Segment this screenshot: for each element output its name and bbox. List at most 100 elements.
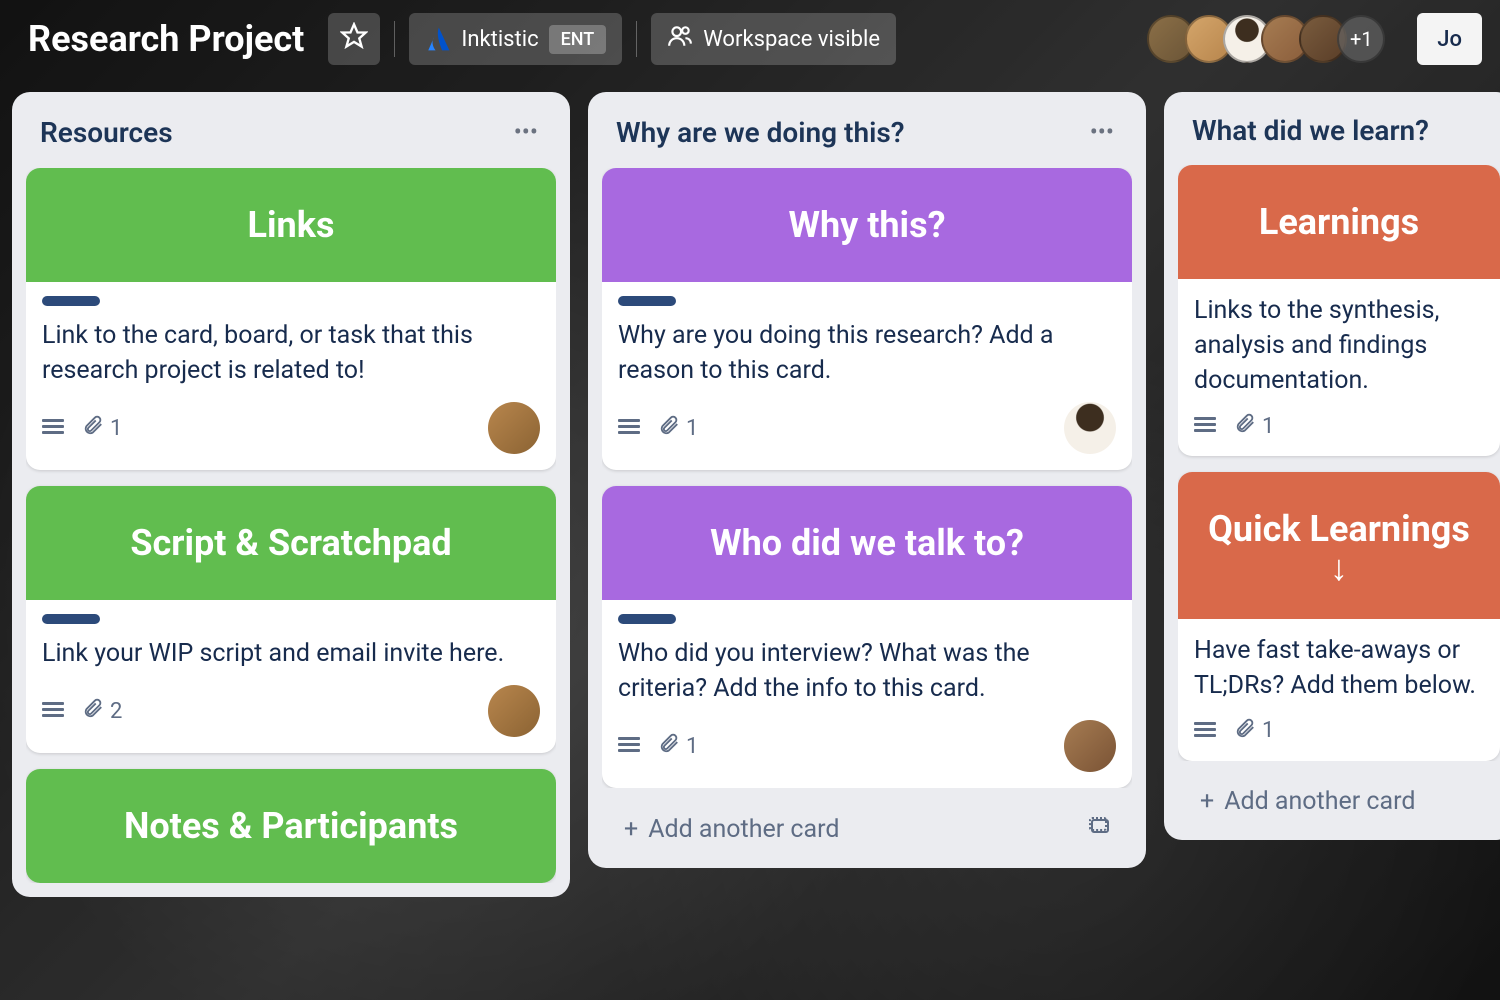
description-badge (42, 419, 64, 437)
list-cards: Links Link to the card, board, or task t… (26, 168, 556, 883)
list-title[interactable]: Resources (40, 116, 173, 149)
attachment-icon (1234, 412, 1256, 440)
card-body: Why are you doing this research? Add a r… (602, 282, 1132, 470)
card[interactable]: Notes & Participants (26, 769, 556, 883)
card-label (618, 614, 676, 624)
divider (636, 21, 637, 57)
list-title[interactable]: Why are we doing this? (616, 116, 905, 149)
divider (394, 21, 395, 57)
card-text: Have fast take-aways or TL;DRs? Add them… (1194, 633, 1484, 703)
add-card-button[interactable]: + Add another card (1192, 781, 1423, 822)
description-icon (1194, 417, 1216, 435)
board-members: +1 (1147, 15, 1385, 63)
workspace-button[interactable]: Inktistic ENT (409, 13, 622, 65)
star-icon (340, 22, 368, 56)
visibility-button[interactable]: Workspace visible (651, 13, 896, 65)
card-member-avatar[interactable] (488, 685, 540, 737)
attachment-icon (658, 732, 680, 760)
list-title[interactable]: What did we learn? (1192, 114, 1429, 147)
card[interactable]: Why this? Why are you doing this researc… (602, 168, 1132, 470)
list-footer: + Add another card (1178, 767, 1500, 826)
star-board-button[interactable] (328, 13, 380, 65)
card-cover: Quick Learnings ↓ (1178, 472, 1500, 619)
attachment-icon (82, 414, 104, 442)
list-header: Resources ••• (26, 106, 556, 168)
description-icon (618, 737, 640, 755)
card-text: Link to the card, board, or task that th… (42, 318, 540, 388)
card-body: Link to the card, board, or task that th… (26, 282, 556, 470)
card-cover: Who did we talk to? (602, 486, 1132, 600)
description-icon (42, 702, 64, 720)
attachment-badge: 1 (658, 414, 698, 442)
attachment-icon (1234, 717, 1256, 745)
attachment-icon (658, 414, 680, 442)
card-body: Have fast take-aways or TL;DRs? Add them… (1178, 619, 1500, 761)
card[interactable]: Links Link to the card, board, or task t… (26, 168, 556, 470)
list-cards: Learnings Links to the synthesis, analys… (1178, 165, 1500, 761)
plus-icon: + (1200, 787, 1214, 816)
description-icon (618, 419, 640, 437)
description-icon (42, 419, 64, 437)
card[interactable]: Quick Learnings ↓ Have fast take-aways o… (1178, 472, 1500, 761)
join-button[interactable]: Jo (1417, 13, 1482, 65)
card-label (618, 296, 676, 306)
description-icon (1194, 722, 1216, 740)
attachment-badge: 1 (82, 414, 122, 442)
board-header: Research Project Inktistic ENT (0, 0, 1500, 78)
list-resources: Resources ••• Links Link to the card, bo… (12, 92, 570, 897)
atlassian-icon (425, 26, 451, 52)
plus-icon: + (624, 815, 638, 844)
list-why: Why are we doing this? ••• Why this? Why… (588, 92, 1146, 868)
card-cover: Notes & Participants (26, 769, 556, 883)
description-badge (1194, 722, 1216, 740)
description-badge (618, 419, 640, 437)
add-card-button[interactable]: + Add another card (616, 809, 847, 850)
card-text: Link your WIP script and email invite he… (42, 636, 540, 671)
card-member-avatar[interactable] (488, 402, 540, 454)
more-icon: ••• (1090, 118, 1114, 146)
member-overflow[interactable]: +1 (1337, 15, 1385, 63)
attachment-icon (82, 697, 104, 725)
list-cards: Why this? Why are you doing this researc… (602, 168, 1132, 788)
card-text: Who did you interview? What was the crit… (618, 636, 1116, 706)
card-cover: Links (26, 168, 556, 282)
arrow-down-icon: ↓ (1198, 554, 1480, 583)
attachment-badge: 1 (658, 732, 698, 760)
card-body: Who did you interview? What was the crit… (602, 600, 1132, 788)
board-title[interactable]: Research Project (18, 12, 314, 66)
card-member-avatar[interactable] (1064, 720, 1116, 772)
description-badge (1194, 417, 1216, 435)
card-template-button[interactable] (1082, 808, 1118, 850)
card[interactable]: Learnings Links to the synthesis, analys… (1178, 165, 1500, 456)
list-menu-button[interactable]: ••• (506, 114, 546, 150)
card-text: Why are you doing this research? Add a r… (618, 318, 1116, 388)
more-icon: ••• (514, 118, 538, 146)
template-icon (1088, 819, 1112, 844)
card-body: Link your WIP script and email invite he… (26, 600, 556, 753)
board-canvas: Resources ••• Links Link to the card, bo… (0, 78, 1500, 1000)
visibility-label: Workspace visible (703, 27, 880, 52)
description-badge (42, 702, 64, 720)
card-cover: Why this? (602, 168, 1132, 282)
description-badge (618, 737, 640, 755)
card-cover: Learnings (1178, 165, 1500, 279)
card-cover: Script & Scratchpad (26, 486, 556, 600)
attachment-badge: 2 (82, 697, 122, 725)
card-member-avatar[interactable] (1064, 402, 1116, 454)
list-footer: + Add another card (602, 794, 1132, 854)
card[interactable]: Script & Scratchpad Link your WIP script… (26, 486, 556, 753)
attachment-badge: 1 (1234, 412, 1274, 440)
card-text: Links to the synthesis, analysis and fin… (1194, 293, 1484, 398)
attachment-badge: 1 (1234, 717, 1274, 745)
workspace-name: Inktistic (461, 27, 538, 52)
list-header: Why are we doing this? ••• (602, 106, 1132, 168)
card[interactable]: Who did we talk to? Who did you intervie… (602, 486, 1132, 788)
list-learnings: What did we learn? Learnings Links to th… (1164, 92, 1500, 840)
list-header: What did we learn? (1178, 106, 1500, 165)
card-label (42, 296, 100, 306)
workspace-tier-badge: ENT (549, 25, 607, 54)
card-label (42, 614, 100, 624)
card-body: Links to the synthesis, analysis and fin… (1178, 279, 1500, 456)
list-menu-button[interactable]: ••• (1082, 114, 1122, 150)
people-icon (667, 23, 693, 55)
